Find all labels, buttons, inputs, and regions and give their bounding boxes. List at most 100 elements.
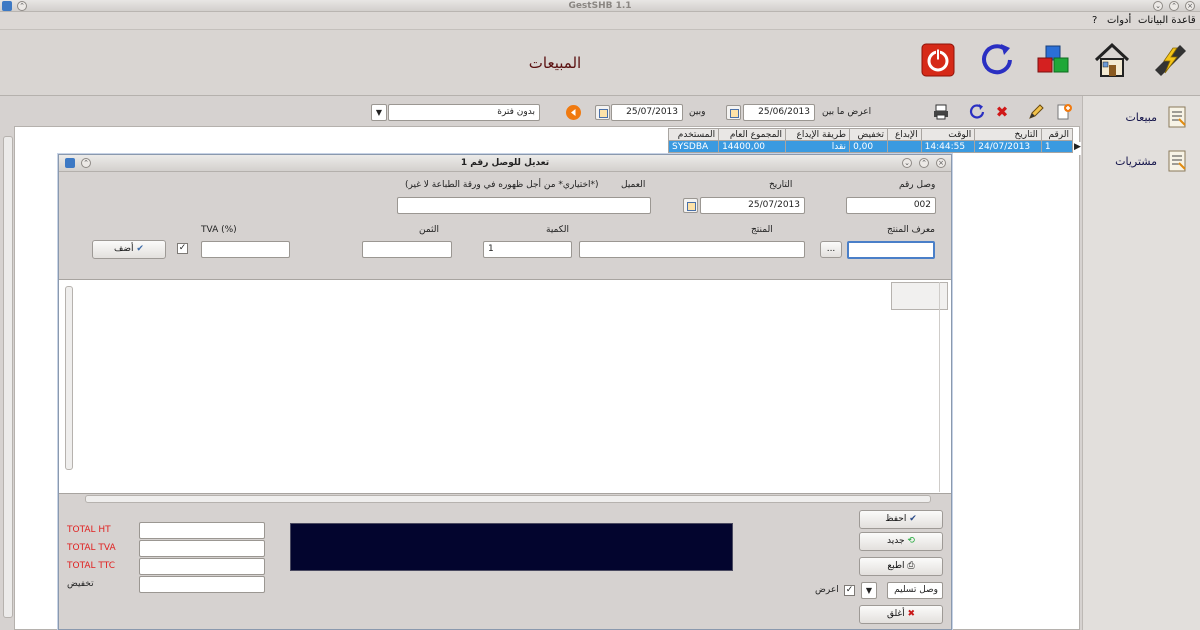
add-icon[interactable] xyxy=(1055,103,1073,121)
sales-table: المستخدم المجموع العام طريقة الإيداع تخف… xyxy=(667,128,1074,153)
show-label: اعرض xyxy=(815,585,839,595)
calendar-to-icon[interactable] xyxy=(595,105,610,120)
menu-database[interactable]: قاعدة البيانات xyxy=(1138,15,1196,26)
column-header-user[interactable]: المستخدم xyxy=(667,128,720,141)
save-label: احفظ xyxy=(885,514,907,524)
print-button[interactable]: اطبع ⎙ xyxy=(859,557,943,576)
lines-horizontal-scrollbar[interactable] xyxy=(85,495,931,503)
and-label: وبين xyxy=(689,107,706,117)
document-type-dropdown-toggle[interactable]: ▼ xyxy=(861,582,877,599)
receipt-date-field[interactable]: 25/07/2013 xyxy=(700,197,805,214)
dialog-minimize-icon[interactable]: ⌄ xyxy=(902,158,912,168)
column-header-time[interactable]: الوقت xyxy=(920,128,976,141)
sidebar-item-label: مبيعات xyxy=(1125,111,1157,124)
add-line-label: أضف xyxy=(114,244,134,254)
sidebar-item-label: مشتريات xyxy=(1115,155,1157,168)
maximize-icon[interactable]: ⌃ xyxy=(1169,1,1179,11)
date-label: التاريخ xyxy=(769,180,793,190)
cell-date: 24/07/2013 xyxy=(974,140,1042,153)
save-check-icon: ✔ xyxy=(909,514,917,524)
product-id-label: معرف المنتج xyxy=(887,225,936,235)
cell-discount: 0,00 xyxy=(849,140,889,153)
quantity-field[interactable]: 1 xyxy=(483,241,572,258)
date-from-field[interactable]: 25/06/2013 xyxy=(743,104,815,121)
menu-help[interactable]: ? xyxy=(1092,15,1097,26)
page-title: المبيعات xyxy=(528,54,582,72)
total-tva-field[interactable] xyxy=(139,540,265,557)
price-field[interactable] xyxy=(362,241,452,258)
edit-icon[interactable] xyxy=(1027,103,1045,121)
discount-field[interactable] xyxy=(139,576,265,593)
header-bar: المبيعات xyxy=(0,30,1200,96)
new-label: جديد xyxy=(887,536,905,546)
sales-report-icon xyxy=(1165,105,1189,129)
sidebar-item-purchases[interactable]: مشتريات xyxy=(1089,146,1199,176)
client-label: العميل xyxy=(621,180,646,190)
column-header-payment-method[interactable]: طريقة الإيداع xyxy=(785,128,851,141)
receipt-date-calendar-icon[interactable] xyxy=(683,198,698,213)
total-ttc-label: TOTAL TTC xyxy=(67,561,116,571)
product-id-field[interactable] xyxy=(847,241,935,259)
quantity-label: الكمية xyxy=(546,225,569,235)
home-icon[interactable] xyxy=(1092,40,1132,80)
column-header-total[interactable]: المجموع العام xyxy=(718,128,787,141)
close-button[interactable]: أغلق ✖ xyxy=(859,605,943,624)
total-ht-field[interactable] xyxy=(139,522,265,539)
back-arrow-icon[interactable] xyxy=(566,105,581,120)
dialog-close-icon[interactable]: × xyxy=(936,158,946,168)
receipt-number-field[interactable]: 002 xyxy=(846,197,936,214)
close-x-icon: ✖ xyxy=(907,609,916,619)
left-scrollbar[interactable] xyxy=(0,126,14,630)
client-field[interactable] xyxy=(397,197,651,214)
document-type-select[interactable]: وصل تسليم xyxy=(887,582,943,599)
column-header-discount[interactable]: تخفيض xyxy=(849,128,889,141)
column-header-deposit[interactable]: الإبداع xyxy=(887,128,922,141)
discount-label: تخفيض xyxy=(67,579,94,589)
close-window-icon[interactable]: × xyxy=(1185,1,1195,11)
checkmark-icon: ✔ xyxy=(136,244,144,254)
period-dropdown-toggle[interactable]: ▼ xyxy=(371,104,387,121)
product-field[interactable] xyxy=(579,241,805,258)
show-checkbox[interactable]: ✓ xyxy=(844,585,855,596)
column-header-date[interactable]: التاريخ xyxy=(974,128,1042,141)
cell-number: 1 xyxy=(1040,140,1074,153)
power-icon[interactable] xyxy=(918,40,958,80)
cubes-icon[interactable] xyxy=(1034,40,1074,80)
refresh-icon[interactable] xyxy=(977,40,1017,80)
lightning-icon[interactable] xyxy=(1150,40,1190,80)
save-button[interactable]: احفظ ✔ xyxy=(859,510,943,529)
lines-vertical-scrollbar[interactable] xyxy=(65,286,73,470)
browse-products-button[interactable]: ... xyxy=(820,241,842,258)
cell-user: SYSDBA xyxy=(667,140,720,153)
lines-right-scrollbar[interactable] xyxy=(939,282,947,492)
period-select[interactable]: بدون فترة xyxy=(388,104,540,121)
delete-icon[interactable]: ✖ xyxy=(993,103,1011,121)
refresh-small-icon[interactable] xyxy=(968,103,986,121)
new-refresh-icon: ⟲ xyxy=(907,536,915,546)
tva-checkbox[interactable]: ✓ xyxy=(177,243,188,254)
print-icon[interactable] xyxy=(932,103,950,121)
print-label: اطبع xyxy=(887,561,905,571)
printer-icon: ⎙ xyxy=(907,561,915,571)
date-to-field[interactable]: 25/07/2013 xyxy=(611,104,683,121)
tva-field[interactable] xyxy=(201,241,290,258)
calendar-from-icon[interactable] xyxy=(726,105,741,120)
table-row[interactable]: SYSDBA 14400,00 نقدا 0,00 14:44:55 24/07… xyxy=(667,140,1074,153)
table-header-row: المستخدم المجموع العام طريقة الإيداع تخف… xyxy=(667,128,1074,141)
side-panel: مبيعات مشتريات xyxy=(1082,96,1200,630)
sidebar-item-sales[interactable]: مبيعات xyxy=(1089,102,1199,132)
total-ht-label: TOTAL HT xyxy=(67,525,111,535)
total-display-panel xyxy=(290,523,733,571)
menu-bar: قاعدة البيانات أدوات ? xyxy=(0,12,1200,30)
column-header-number[interactable]: الرقم xyxy=(1040,128,1074,141)
price-label: الثمن xyxy=(419,225,440,235)
dialog-maximize-icon[interactable]: ⌃ xyxy=(919,158,929,168)
purchases-report-icon xyxy=(1165,149,1189,173)
new-button[interactable]: جديد ⟲ xyxy=(859,532,943,551)
minimize-icon[interactable]: ⌄ xyxy=(1153,1,1163,11)
show-between-label: اعرض ما بين xyxy=(822,107,872,117)
menu-tools[interactable]: أدوات xyxy=(1107,15,1131,26)
window-titlebar: ⌃ GestSHB 1.1 ⌄ ⌃ × xyxy=(0,0,1200,12)
total-ttc-field[interactable] xyxy=(139,558,265,575)
add-line-button[interactable]: أضف ✔ xyxy=(92,240,166,259)
